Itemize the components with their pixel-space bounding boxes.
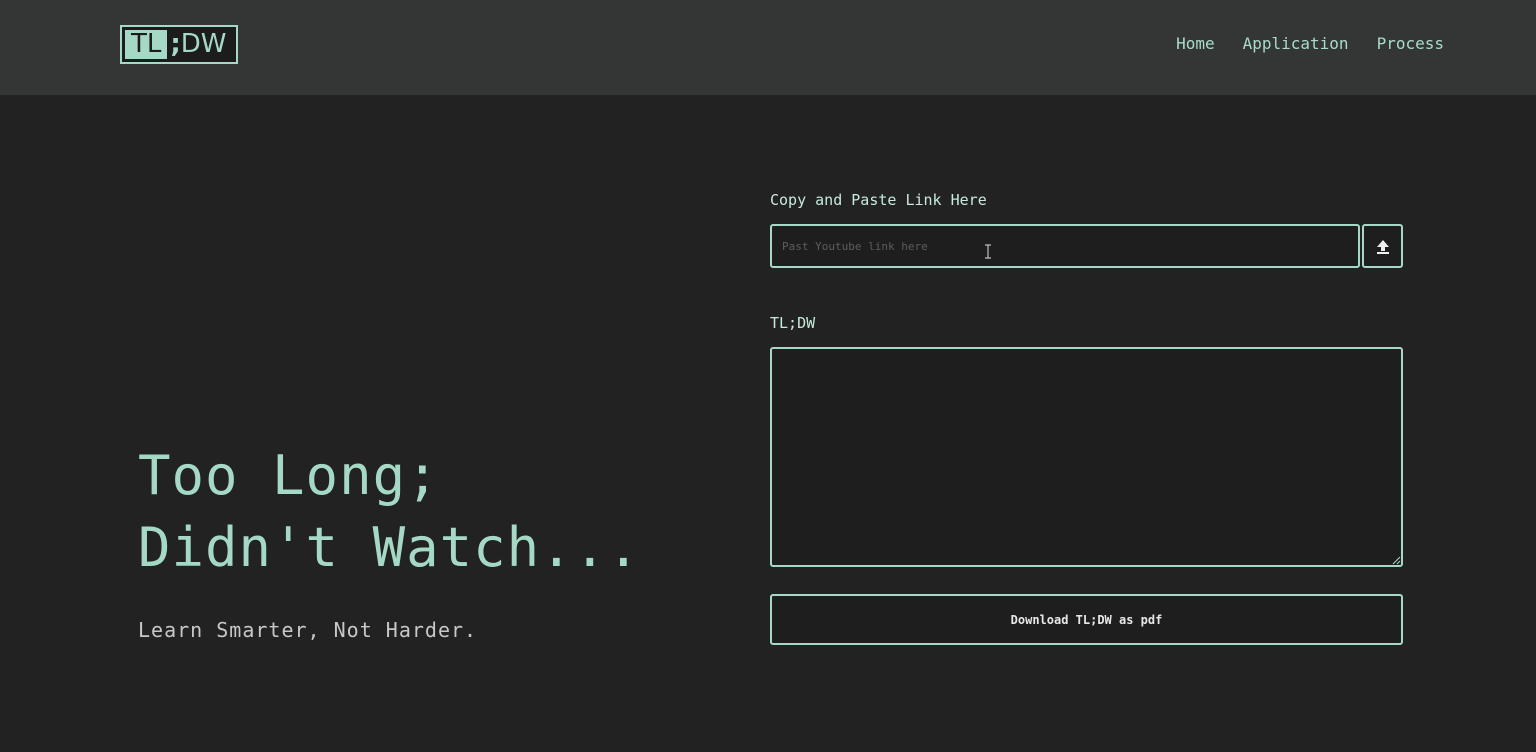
nav-home-link[interactable]: Home [1176, 33, 1215, 55]
logo-separator: ; [170, 29, 181, 59]
summary-textarea[interactable] [770, 347, 1403, 567]
text-cursor-icon [985, 244, 991, 259]
hero-title: Too Long; Didn't Watch... [138, 444, 641, 579]
logo-tl-text: TL [125, 30, 168, 59]
main-nav: Home Application Process [1176, 33, 1444, 55]
hero-subtitle: Learn Smarter, Not Harder. [138, 618, 478, 642]
summary-label: TL;DW [770, 314, 816, 332]
nav-application-link[interactable]: Application [1243, 33, 1349, 55]
link-input-label: Copy and Paste Link Here [770, 191, 987, 209]
upload-button[interactable] [1362, 224, 1403, 268]
top-navbar: TL ;DW Home Application Process [0, 0, 1536, 95]
resize-grip-icon[interactable] [1391, 555, 1401, 565]
logo-dw-text: ;DW [167, 27, 226, 62]
logo-dw: DW [180, 29, 227, 59]
upload-arrow-icon [1376, 240, 1389, 254]
tldw-logo[interactable]: TL ;DW [120, 25, 238, 64]
youtube-link-input[interactable] [770, 224, 1360, 268]
nav-process-link[interactable]: Process [1377, 33, 1444, 55]
download-pdf-button[interactable]: Download TL;DW as pdf [770, 594, 1403, 645]
